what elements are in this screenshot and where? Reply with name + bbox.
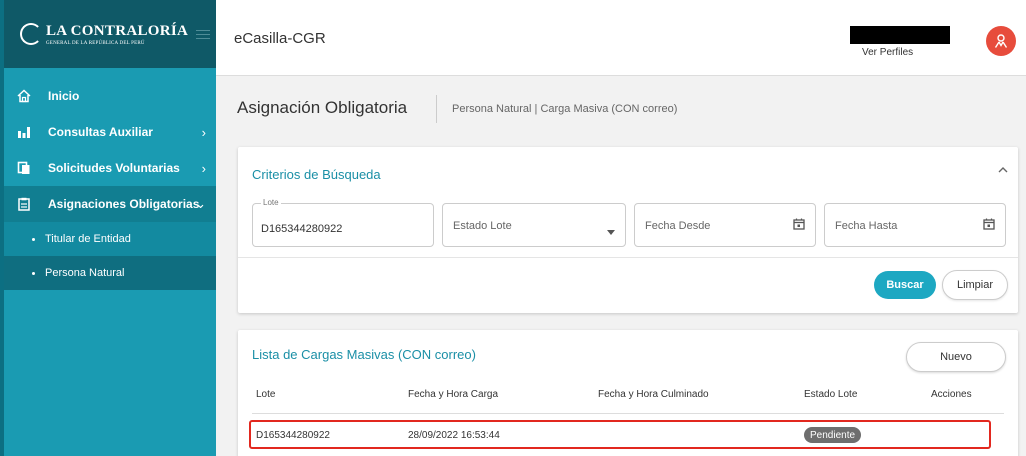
menu-toggle-icon[interactable] [196,30,210,42]
column-header-fecha-culminado[interactable]: Fecha y Hora Culminado [598,389,709,400]
buscar-button[interactable]: Buscar [874,271,936,299]
app-title: eCasilla-CGR [234,30,326,47]
table-header-divider [252,413,1004,414]
sidebar-item-consultas-auxiliar[interactable]: Consultas Auxiliar › [4,114,216,150]
search-criteria-title: Criterios de Búsqueda [252,167,381,182]
sidebar-item-inicio[interactable]: Inicio [4,78,216,114]
calendar-icon[interactable] [793,217,805,235]
chevron-up-icon[interactable] [998,163,1008,177]
sidebar-item-asignaciones-obligatorias[interactable]: Asignaciones Obligatorias ⌄ [4,186,216,222]
page-subtitle: Persona Natural | Carga Masiva (CON corr… [452,103,678,115]
card-divider [238,257,1018,258]
copy-icon [16,161,32,175]
status-badge: Pendiente [804,427,862,443]
page-title: Asignación Obligatoria [237,98,408,117]
limpiar-button[interactable]: Limpiar [942,270,1008,300]
sidebar-menu: Inicio Consultas Auxiliar › Solicitudes … [4,78,216,290]
lote-label: Lote [261,198,281,207]
fecha-desde-field[interactable]: Fecha Desde [634,203,816,247]
sidebar-item-solicitudes-voluntarias[interactable]: Solicitudes Voluntarias › [4,150,216,186]
cargas-masivas-title: Lista de Cargas Masivas (CON correo) [252,347,476,362]
search-filters: Lote D165344280922 Estado Lote Fecha Des… [252,198,1006,247]
search-criteria-card: Criterios de Búsqueda Lote D165344280922… [238,147,1018,313]
chevron-down-icon: ⌄ [195,196,206,211]
page-header-divider [436,95,437,123]
bullet-icon [32,237,35,241]
fecha-desde-placeholder: Fecha Desde [645,220,711,232]
submenu-asignaciones: Titular de Entidad Persona Natural [4,222,216,290]
logo-sub-text: GENERAL DE LA REPÚBLICA DEL PERÚ [46,40,145,46]
sidebar-item-label: Consultas Auxiliar [48,125,153,139]
sidebar-item-label: Inicio [48,89,80,103]
sidebar-item-label: Asignaciones Obligatorias [48,197,200,211]
user-icon [994,34,1008,48]
user-name-redacted [850,26,950,44]
lote-value: D165344280922 [261,223,343,235]
row-highlight-box [249,420,991,449]
sidebar-subitem-label: Titular de Entidad [45,233,131,245]
sidebar-item-label: Solicitudes Voluntarias [48,161,180,175]
chevron-right-icon: › [201,124,206,140]
column-header-fecha-carga[interactable]: Fecha y Hora Carga [408,389,498,400]
cell-fecha-carga: 28/09/2022 16:53:44 [408,430,500,441]
cargas-masivas-card: Lista de Cargas Masivas (CON correo) Nue… [238,330,1018,456]
fecha-hasta-field[interactable]: Fecha Hasta [824,203,1006,247]
logo[interactable]: LA CONTRALORÍA GENERAL DE LA REPÚBLICA D… [46,23,188,46]
logo-main-text: LA CONTRALORÍA [46,22,189,39]
bullet-icon [32,271,35,275]
nuevo-button[interactable]: Nuevo [906,342,1006,372]
ver-perfiles-link[interactable]: Ver Perfiles [862,47,913,58]
estado-lote-select[interactable]: Estado Lote [442,203,626,247]
sidebar-subitem-label: Persona Natural [45,267,125,279]
column-header-acciones: Acciones [931,389,972,400]
logo-bar: LA CONTRALORÍA GENERAL DE LA REPÚBLICA D… [4,0,216,68]
calendar-icon[interactable] [983,217,995,235]
chevron-right-icon: › [201,160,206,176]
sidebar: LA CONTRALORÍA GENERAL DE LA REPÚBLICA D… [0,0,216,456]
logo-icon [20,23,42,45]
top-bar: eCasilla-CGR Ver Perfiles [216,0,1026,76]
clipboard-icon [16,197,32,211]
cell-lote: D165344280922 [256,430,330,441]
user-avatar[interactable] [986,26,1016,56]
sidebar-subitem-titular-de-entidad[interactable]: Titular de Entidad [4,222,216,256]
lote-field[interactable]: Lote D165344280922 [252,198,434,247]
column-header-estado-lote[interactable]: Estado Lote [804,389,857,400]
dropdown-arrow-icon [607,222,615,240]
fecha-hasta-placeholder: Fecha Hasta [835,220,898,232]
home-icon [16,89,32,103]
bar-chart-icon [16,125,32,139]
sidebar-subitem-persona-natural[interactable]: Persona Natural [4,256,216,290]
estado-lote-placeholder: Estado Lote [453,220,512,232]
column-header-lote[interactable]: Lote [256,389,275,400]
